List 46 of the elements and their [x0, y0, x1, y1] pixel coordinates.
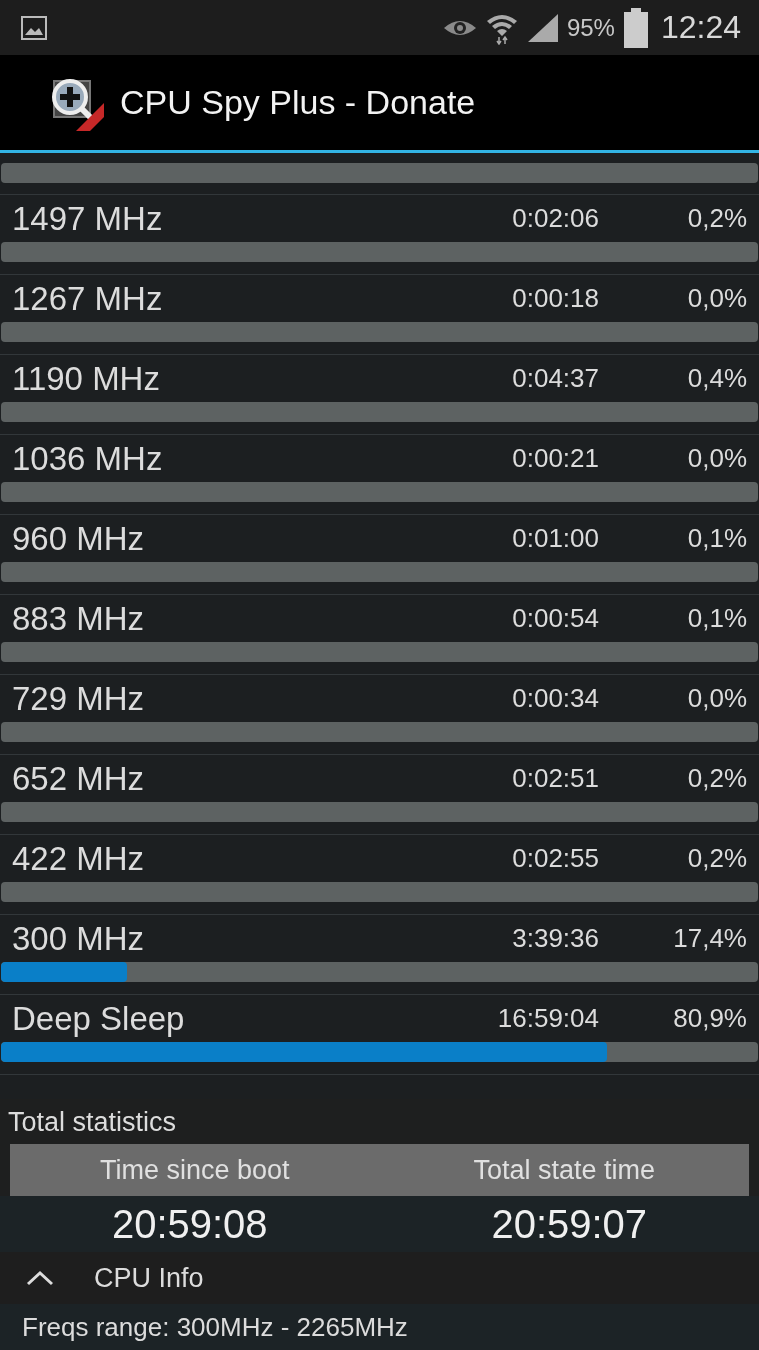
- state-percent: 80,9%: [672, 1003, 747, 1034]
- state-name: 300 MHz: [12, 919, 146, 958]
- state-name: 883 MHz: [12, 599, 146, 638]
- state-name: 960 MHz: [12, 519, 146, 558]
- column-header: Total state time: [472, 1154, 657, 1186]
- state-percent: 0,1%: [686, 603, 747, 634]
- stat-value: 20:59:07: [490, 1201, 649, 1247]
- state-name: 1036 MHz: [12, 439, 164, 478]
- state-percent: 0,4%: [686, 363, 747, 394]
- state-time: 0:00:54: [511, 603, 599, 634]
- picture-icon: [20, 14, 48, 41]
- app-title: CPU Spy Plus - Donate: [120, 83, 476, 122]
- state-name: 652 MHz: [12, 759, 146, 798]
- cpu-info-text: Freqs range: 300MHz - 2265MHz: [22, 1311, 408, 1343]
- state-time: 0:01:00: [511, 523, 599, 554]
- state-percent: 0,2%: [686, 763, 747, 794]
- battery-icon: [622, 7, 649, 48]
- state-time: 16:59:04: [496, 1003, 599, 1034]
- state-percent: 17,4%: [672, 923, 747, 954]
- state-time: 0:04:37: [511, 363, 599, 394]
- state-name: 1497 MHz: [12, 199, 164, 238]
- state-time: 3:39:36: [511, 923, 599, 954]
- battery-percent: 95%: [566, 13, 615, 42]
- signal-icon: [526, 12, 559, 43]
- state-percent: 0,1%: [686, 523, 747, 554]
- state-time: 0:00:21: [511, 443, 599, 474]
- state-name: 729 MHz: [12, 679, 146, 718]
- state-time: 0:02:06: [511, 203, 599, 234]
- state-percent: 0,2%: [686, 843, 747, 874]
- state-percent: 0,0%: [686, 683, 747, 714]
- column-header: Time since boot: [98, 1154, 291, 1186]
- section-title: Total statistics: [7, 1106, 178, 1139]
- stat-value: 20:59:08: [110, 1201, 269, 1247]
- state-time: 0:00:34: [511, 683, 599, 714]
- state-name: Deep Sleep: [12, 999, 186, 1038]
- state-percent: 0,0%: [686, 443, 747, 474]
- state-percent: 0,0%: [686, 283, 747, 314]
- state-name: 422 MHz: [12, 839, 146, 878]
- state-name: 1267 MHz: [12, 279, 164, 318]
- state-name: 1190 MHz: [12, 359, 161, 398]
- state-time: 0:00:18: [511, 283, 599, 314]
- state-time: 0:02:51: [511, 763, 599, 794]
- state-percent: 0,2%: [686, 203, 747, 234]
- cpu-info-title: CPU Info: [94, 1262, 204, 1294]
- clock: 12:24: [660, 9, 741, 46]
- state-time: 0:02:55: [511, 843, 599, 874]
